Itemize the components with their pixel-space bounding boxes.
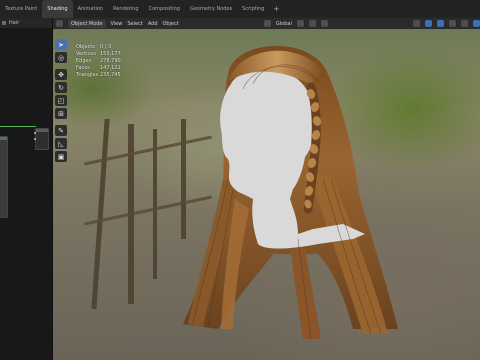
stat-value: 147,121 bbox=[100, 65, 121, 71]
editor-type-icon[interactable] bbox=[2, 21, 6, 25]
cursor-tool-icon[interactable]: ◎ bbox=[55, 52, 67, 63]
statistics-overlay: Objects 0 / 3 Vertices 153,177 Edges 278,790 F… bbox=[76, 44, 121, 79]
stat-row: Triangles 235,745 bbox=[76, 72, 121, 79]
snap-icon[interactable] bbox=[308, 20, 316, 27]
node-link bbox=[0, 126, 36, 127]
orientation-selector[interactable]: Global bbox=[276, 21, 292, 27]
add-cube-tool-icon[interactable]: ▣ bbox=[55, 151, 67, 162]
orientation-icon[interactable] bbox=[263, 20, 271, 27]
stat-value: 0 / 3 bbox=[100, 44, 112, 50]
shading-solid-icon[interactable] bbox=[461, 20, 468, 27]
material-name: Hair bbox=[9, 20, 20, 26]
shader-node[interactable] bbox=[35, 128, 49, 150]
shader-editor-header: Hair bbox=[0, 18, 52, 28]
stat-key: Triangles bbox=[76, 72, 99, 78]
stat-value: 153,177 bbox=[100, 51, 121, 57]
xray-icon[interactable] bbox=[449, 20, 456, 27]
select-tool-icon[interactable]: ➤ bbox=[55, 39, 67, 50]
proportional-edit-icon[interactable] bbox=[320, 20, 328, 27]
tab-scripting[interactable]: Scripting bbox=[237, 0, 269, 18]
shader-editor-panel[interactable]: Hair bbox=[0, 18, 53, 360]
menu-view[interactable]: View bbox=[111, 21, 123, 27]
stat-row: Vertices 153,177 bbox=[76, 51, 121, 58]
pivot-icon[interactable] bbox=[296, 20, 304, 27]
measure-tool-icon[interactable]: ◺ bbox=[55, 138, 67, 149]
visibility-icon[interactable] bbox=[413, 20, 420, 27]
node-socket[interactable] bbox=[34, 138, 36, 140]
scale-tool-icon[interactable]: ◰ bbox=[55, 95, 67, 106]
mode-selector[interactable]: Object Mode bbox=[68, 19, 106, 28]
workspace-tabs-bar: Texture Paint Shading Animation Rendering Co… bbox=[0, 0, 480, 18]
tab-animation[interactable]: Animation bbox=[73, 0, 109, 18]
stat-value: 235,745 bbox=[100, 72, 121, 78]
stat-key: Edges bbox=[76, 58, 92, 64]
gizmo-toggle-icon[interactable] bbox=[425, 20, 432, 27]
transform-tool-icon[interactable]: ⊞ bbox=[55, 108, 67, 119]
stat-row: Faces 147,121 bbox=[76, 65, 121, 72]
node-canvas[interactable] bbox=[0, 28, 52, 360]
stat-key: Objects bbox=[76, 44, 95, 50]
tab-compositing[interactable]: Compositing bbox=[144, 0, 185, 18]
tab-rendering[interactable]: Rendering bbox=[108, 0, 144, 18]
rotate-tool-icon[interactable]: ↻ bbox=[55, 82, 67, 93]
stat-row: Edges 278,790 bbox=[76, 58, 121, 65]
viewport-header: Object Mode View Select Add Object Globa… bbox=[53, 18, 480, 29]
menu-add[interactable]: Add bbox=[148, 21, 158, 27]
tab-texture-paint[interactable]: Texture Paint bbox=[0, 0, 42, 18]
stat-key: Faces bbox=[76, 65, 90, 71]
add-workspace-button[interactable]: + bbox=[269, 5, 283, 13]
stat-row: Objects 0 / 3 bbox=[76, 44, 121, 51]
annotate-tool-icon[interactable]: ✎ bbox=[55, 125, 67, 136]
viewport-3d[interactable]: ➤ ◎ ✥ ↻ ◰ ⊞ ✎ ◺ ▣ Objects 0 / 3 Vertices 153,177 Edg… bbox=[53, 29, 480, 360]
overlay-toggle-icon[interactable] bbox=[437, 20, 444, 27]
shading-rendered-icon[interactable] bbox=[473, 20, 480, 27]
menu-object[interactable]: Object bbox=[163, 21, 179, 27]
node-socket[interactable] bbox=[34, 132, 36, 134]
stat-key: Vertices bbox=[76, 51, 96, 57]
hair-bsdf-node[interactable] bbox=[0, 136, 8, 218]
toolbar: ➤ ◎ ✥ ↻ ◰ ⊞ ✎ ◺ ▣ bbox=[55, 39, 67, 162]
menu-select[interactable]: Select bbox=[127, 21, 142, 27]
tab-geometry-nodes[interactable]: Geometry Nodes bbox=[185, 0, 237, 18]
tab-shading[interactable]: Shading bbox=[42, 0, 73, 18]
editor-type-icon[interactable] bbox=[56, 20, 63, 27]
stat-value: 278,790 bbox=[100, 58, 121, 64]
move-tool-icon[interactable]: ✥ bbox=[55, 69, 67, 80]
